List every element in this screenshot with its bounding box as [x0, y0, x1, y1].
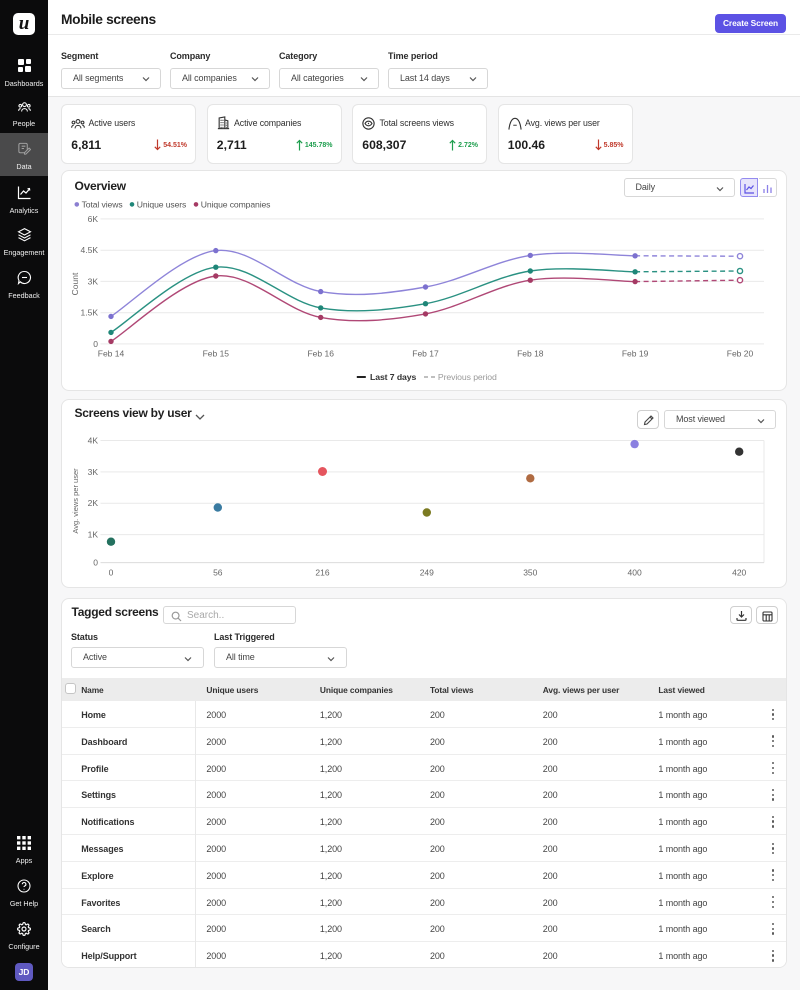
svg-text:350: 350	[523, 568, 537, 578]
svg-text:Feb 18: Feb 18	[517, 349, 544, 359]
svg-text:Feb 19: Feb 19	[622, 349, 649, 359]
svg-text:1K: 1K	[88, 530, 99, 540]
svg-text:1.5K: 1.5K	[81, 308, 99, 318]
svg-text:Feb 16: Feb 16	[307, 349, 334, 359]
svg-text:3K: 3K	[88, 467, 99, 477]
svg-text:Feb 20: Feb 20	[727, 349, 754, 359]
svg-text:Feb 14: Feb 14	[98, 349, 125, 359]
svg-text:0: 0	[93, 339, 98, 349]
svg-text:249: 249	[420, 568, 434, 578]
svg-text:Count: Count	[70, 272, 80, 295]
svg-text:Feb 15: Feb 15	[203, 349, 230, 359]
svg-text:0: 0	[109, 568, 114, 578]
svg-text:Previous period: Previous period	[438, 372, 497, 382]
svg-text:6K: 6K	[88, 214, 99, 224]
svg-text:Avg. views per user: Avg. views per user	[71, 468, 80, 534]
svg-text:2K: 2K	[88, 498, 99, 508]
svg-text:4.5K: 4.5K	[81, 245, 99, 255]
svg-text:Total views: Total views	[82, 199, 123, 209]
svg-text:3K: 3K	[88, 276, 99, 286]
svg-text:Last 7 days: Last 7 days	[370, 372, 416, 382]
svg-text:0: 0	[93, 558, 98, 568]
svg-text:216: 216	[315, 568, 329, 578]
svg-text:420: 420	[732, 568, 746, 578]
svg-text:Feb 17: Feb 17	[412, 349, 439, 359]
svg-text:4K: 4K	[88, 435, 99, 445]
svg-text:Unique users: Unique users	[137, 199, 186, 209]
svg-text:400: 400	[628, 568, 642, 578]
svg-text:56: 56	[213, 568, 223, 578]
svg-text:Unique companies: Unique companies	[201, 199, 271, 209]
